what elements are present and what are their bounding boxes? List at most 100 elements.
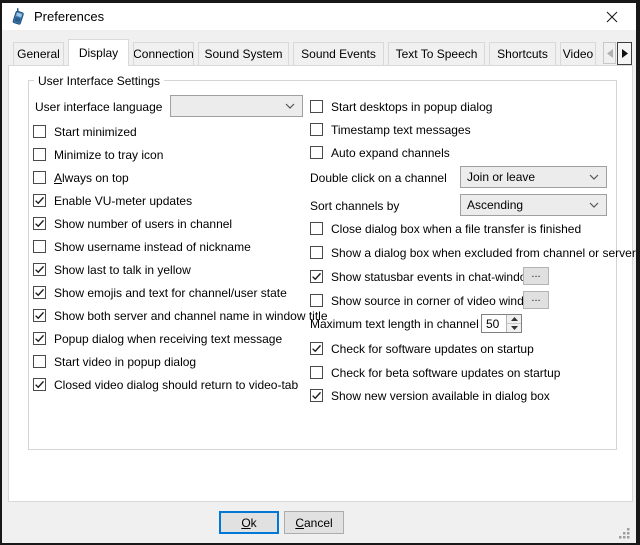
checkbox-label: Timestamp text messages [331, 123, 471, 137]
checkbox-timestamp-text-messages[interactable] [310, 123, 323, 136]
checkbox-label: Popup dialog when receiving text message [54, 332, 282, 346]
spin-down-icon [511, 326, 518, 330]
combo-row-label: Double click on a channel [310, 166, 447, 189]
preferences-dialog: Preferences General Display Connection Soun… [2, 3, 636, 543]
checkbox-enable-vu-meter-updates[interactable] [33, 194, 46, 207]
checkbox-show-both-server-and-channel-name-in-windo[interactable] [33, 309, 46, 322]
option-row: Start video in popup dialog [33, 350, 196, 373]
checkmark-icon [311, 343, 322, 354]
checkbox-always-on-top[interactable] [33, 171, 46, 184]
tab-text-to-speech[interactable]: Text To Speech [388, 42, 485, 65]
checkbox-label: Show username instead of nickname [54, 240, 251, 254]
resize-grip[interactable] [619, 528, 630, 539]
checkmark-icon [34, 333, 45, 344]
dropdown-value: Ascending [467, 198, 589, 212]
combo-row-label: Sort channels by [310, 194, 399, 217]
screen-background: { "window": { "title": "Preferences" }, … [0, 0, 640, 545]
checkbox-minimize-to-tray-icon[interactable] [33, 148, 46, 161]
option-row: Popup dialog when receiving text message [33, 327, 282, 350]
close-icon [606, 11, 618, 23]
tab-label: Video [563, 47, 593, 61]
combo-row-label: User interface language [35, 95, 162, 118]
checkbox-label: Check for beta software updates on start… [331, 366, 560, 380]
checkmark-icon [311, 271, 322, 282]
dropdown-double-click-on-a-channel[interactable]: Join or leave [460, 166, 607, 188]
tab-display[interactable]: Display [68, 39, 129, 66]
browse-button-label: ... [531, 270, 540, 278]
dropdown-sort-channels-by[interactable]: Ascending [460, 194, 607, 216]
checkbox-closed-video-dialog-should-return-to-video[interactable] [33, 378, 46, 391]
option-row: Show last to talk in yellow [33, 258, 191, 281]
checkbox-show-a-dialog-box-when-excluded-from-chann[interactable] [310, 246, 323, 259]
tab-video[interactable]: Video [560, 42, 596, 65]
checkbox-label: Start video in popup dialog [54, 355, 196, 369]
tab-scroll-left-button[interactable] [603, 42, 616, 64]
checkbox-label: Show source in corner of video window [331, 294, 539, 308]
option-row: Start minimized [33, 120, 137, 143]
checkbox-start-minimized[interactable] [33, 125, 46, 138]
checkbox-label: Closed video dialog should return to vid… [54, 378, 298, 392]
checkbox-check-for-software-updates-on-startup[interactable] [310, 342, 323, 355]
tab-connection[interactable]: Connection [133, 42, 194, 65]
option-row: Auto expand channels [310, 141, 450, 164]
checkbox-show-number-of-users-in-channel[interactable] [33, 217, 46, 230]
checkbox-auto-expand-channels[interactable] [310, 146, 323, 159]
checkbox-show-source-in-corner-of-video-window[interactable] [310, 294, 323, 307]
spinbox-value[interactable]: 50 [482, 315, 506, 332]
checkbox-show-last-to-talk-in-yellow[interactable] [33, 263, 46, 276]
dropdown-user-interface-language[interactable] [170, 95, 303, 117]
checkbox-label: Show new version available in dialog box [331, 389, 550, 403]
checkbox-label: Show number of users in channel [54, 217, 232, 231]
checkbox-label: Start desktops in popup dialog [331, 100, 492, 114]
spinbox-maximum-text-length-in-channel-list[interactable]: 50 [481, 314, 522, 333]
checkbox-show-statusbar-events-in-chat-window[interactable] [310, 270, 323, 283]
spin-up-button[interactable] [507, 315, 521, 324]
checkbox-label: Show both server and channel name in win… [54, 309, 328, 323]
tab-scroll-right-button[interactable] [617, 42, 632, 65]
tab-label: Sound System [204, 47, 282, 61]
checkmark-icon [34, 310, 45, 321]
browse-button-show-statusbar-events-in-chat-window[interactable]: ... [523, 267, 549, 285]
browse-button-show-source-in-corner-of-video-window[interactable]: ... [523, 291, 549, 309]
cancel-button[interactable]: Cancel [284, 511, 344, 534]
checkbox-start-video-in-popup-dialog[interactable] [33, 355, 46, 368]
checkmark-icon [34, 379, 45, 390]
tab-shortcuts[interactable]: Shortcuts [489, 42, 556, 65]
window-title: Preferences [34, 9, 104, 24]
checkbox-label: Close dialog box when a file transfer is… [331, 222, 581, 236]
tab-scroll-right-icon [622, 49, 628, 58]
spin-down-button[interactable] [507, 324, 521, 332]
checkbox-label: Show last to talk in yellow [54, 263, 191, 277]
checkbox-start-desktops-in-popup-dialog[interactable] [310, 100, 323, 113]
tab-sound-events[interactable]: Sound Events [293, 42, 384, 65]
option-row: Always on top [33, 166, 129, 189]
close-button[interactable] [592, 3, 632, 30]
title-bar: Preferences [2, 3, 636, 30]
option-row: Timestamp text messages [310, 118, 471, 141]
label-maximum-text-length-in-channel-list: Maximum text length in channel list [310, 317, 497, 331]
option-row: Minimize to tray icon [33, 143, 163, 166]
checkbox-show-emojis-and-text-for-channel-user-stat[interactable] [33, 286, 46, 299]
ok-button[interactable]: Ok [219, 511, 279, 534]
checkmark-icon [34, 287, 45, 298]
checkbox-show-new-version-available-in-dialog-box[interactable] [310, 389, 323, 402]
button-label: Ok [241, 516, 256, 530]
tab-general[interactable]: General [13, 42, 64, 65]
option-row: Show statusbar events in chat-window [310, 265, 535, 288]
option-row: Enable VU-meter updates [33, 189, 192, 212]
checkbox-popup-dialog-when-receiving-text-message[interactable] [33, 332, 46, 345]
option-row: Close dialog box when a file transfer is… [310, 217, 581, 240]
tab-label: General [17, 47, 60, 61]
tab-sound-system[interactable]: Sound System [198, 42, 289, 65]
checkbox-check-for-beta-software-updates-on-startup[interactable] [310, 366, 323, 379]
checkbox-show-username-instead-of-nickname[interactable] [33, 240, 46, 253]
checkbox-close-dialog-box-when-a-file-transfer-is-f[interactable] [310, 222, 323, 235]
option-row: Show username instead of nickname [33, 235, 251, 258]
tab-label: Text To Speech [396, 47, 478, 61]
chevron-down-icon [589, 202, 599, 208]
tab-label: Connection [133, 47, 194, 61]
checkbox-label: Start minimized [54, 125, 137, 139]
option-row: Check for beta software updates on start… [310, 361, 560, 384]
checkbox-label: Show statusbar events in chat-window [331, 270, 535, 284]
group-title: User Interface Settings [34, 74, 164, 88]
